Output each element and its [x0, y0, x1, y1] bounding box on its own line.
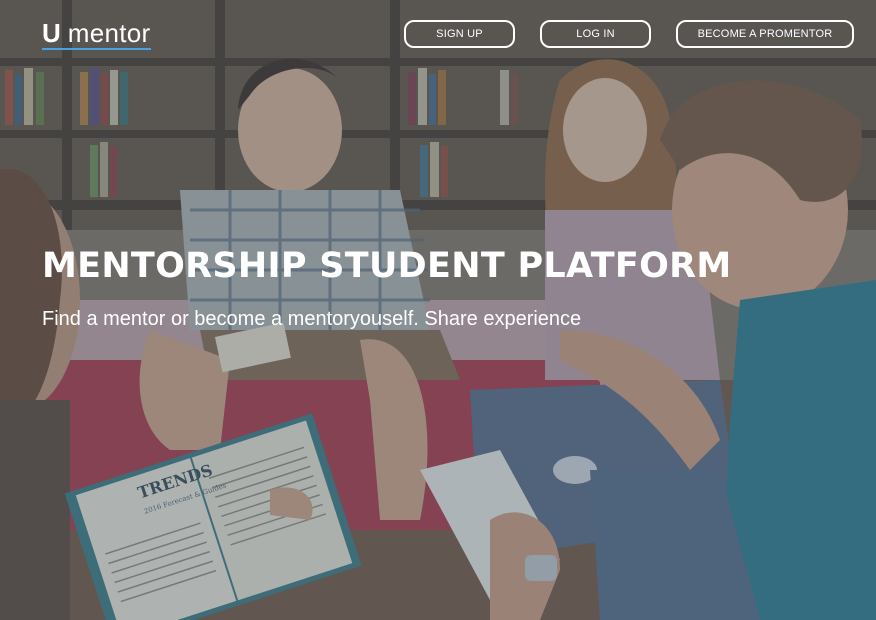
- hero-subtitle: Find a mentor or become a mentoryouself.…: [42, 308, 582, 330]
- become-promentor-button[interactable]: BECOME A PROMENTOR: [676, 20, 854, 48]
- hero-section: TRENDS 2016 Forecast & Guides U mentor S…: [0, 0, 876, 620]
- hero-title: MENTORSHIP STUDENT PLATFORM: [42, 246, 732, 286]
- log-in-button[interactable]: LOG IN: [540, 20, 651, 48]
- logo-mark: U: [42, 18, 61, 48]
- umentor-logo[interactable]: U mentor: [42, 18, 151, 50]
- logo-wordmark: mentor: [67, 18, 151, 48]
- sign-up-button[interactable]: SIGN UP: [404, 20, 515, 48]
- site-header: U mentor SIGN UP LOG IN BECOME A PROMENT…: [42, 18, 854, 50]
- header-nav: SIGN UP LOG IN BECOME A PROMENTOR: [404, 20, 854, 48]
